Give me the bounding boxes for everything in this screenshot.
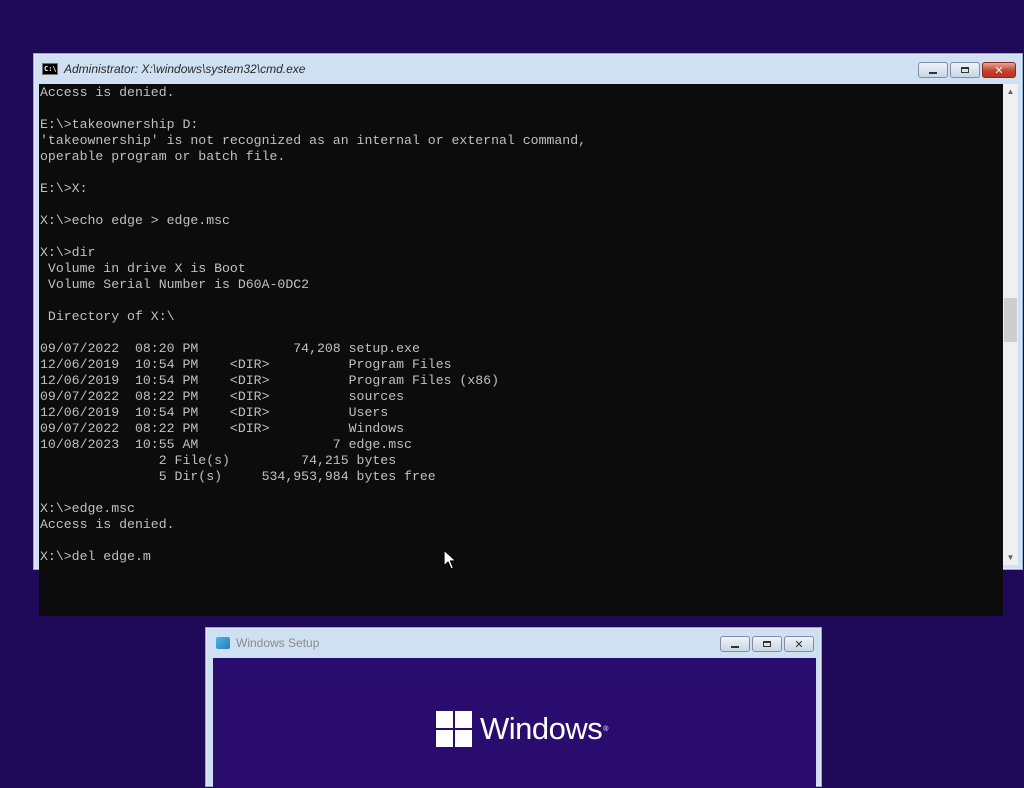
scroll-up-arrow[interactable]: ▲	[1003, 84, 1018, 99]
windows-logo-text: Windows	[480, 711, 603, 746]
scroll-down-arrow[interactable]: ▼	[1003, 550, 1018, 565]
cmd-window: C:\ Administrator: X:\windows\system32\c…	[33, 53, 1023, 616]
setup-window-title: Windows Setup	[236, 636, 320, 650]
console-scrollbar[interactable]: ▲ ▼	[1003, 84, 1018, 565]
console-output[interactable]: Access is denied. E:\>takeownership D: '…	[39, 84, 1003, 565]
minimize-button[interactable]	[918, 62, 948, 78]
setup-icon	[216, 637, 230, 649]
console-area[interactable]: Access is denied. E:\>takeownership D: '…	[39, 84, 1003, 616]
maximize-icon	[763, 641, 771, 647]
windows-logo: Windows ®	[436, 711, 608, 747]
maximize-icon	[961, 67, 969, 73]
mouse-cursor-icon	[443, 549, 457, 570]
cmd-icon: C:\	[42, 63, 58, 75]
windows-logo-icon	[436, 711, 472, 747]
maximize-button[interactable]	[950, 62, 980, 78]
registered-mark: ®	[603, 725, 609, 733]
setup-body: Windows ®	[213, 658, 816, 788]
setup-close-button[interactable]: ✕	[784, 636, 814, 652]
close-icon: ✕	[994, 63, 1004, 77]
setup-titlebar[interactable]: Windows Setup ✕	[206, 628, 821, 658]
scrollbar-thumb[interactable]	[1004, 298, 1017, 342]
cmd-window-title: Administrator: X:\windows\system32\cmd.e…	[64, 62, 306, 76]
setup-maximize-button[interactable]	[752, 636, 782, 652]
close-button[interactable]: ✕	[982, 62, 1016, 78]
setup-window: Windows Setup ✕ Windows ®	[205, 627, 822, 788]
minimize-icon	[731, 645, 739, 648]
close-icon: ✕	[794, 637, 804, 651]
cmd-titlebar[interactable]: C:\ Administrator: X:\windows\system32\c…	[34, 54, 1022, 84]
setup-minimize-button[interactable]	[720, 636, 750, 652]
minimize-icon	[929, 71, 937, 74]
